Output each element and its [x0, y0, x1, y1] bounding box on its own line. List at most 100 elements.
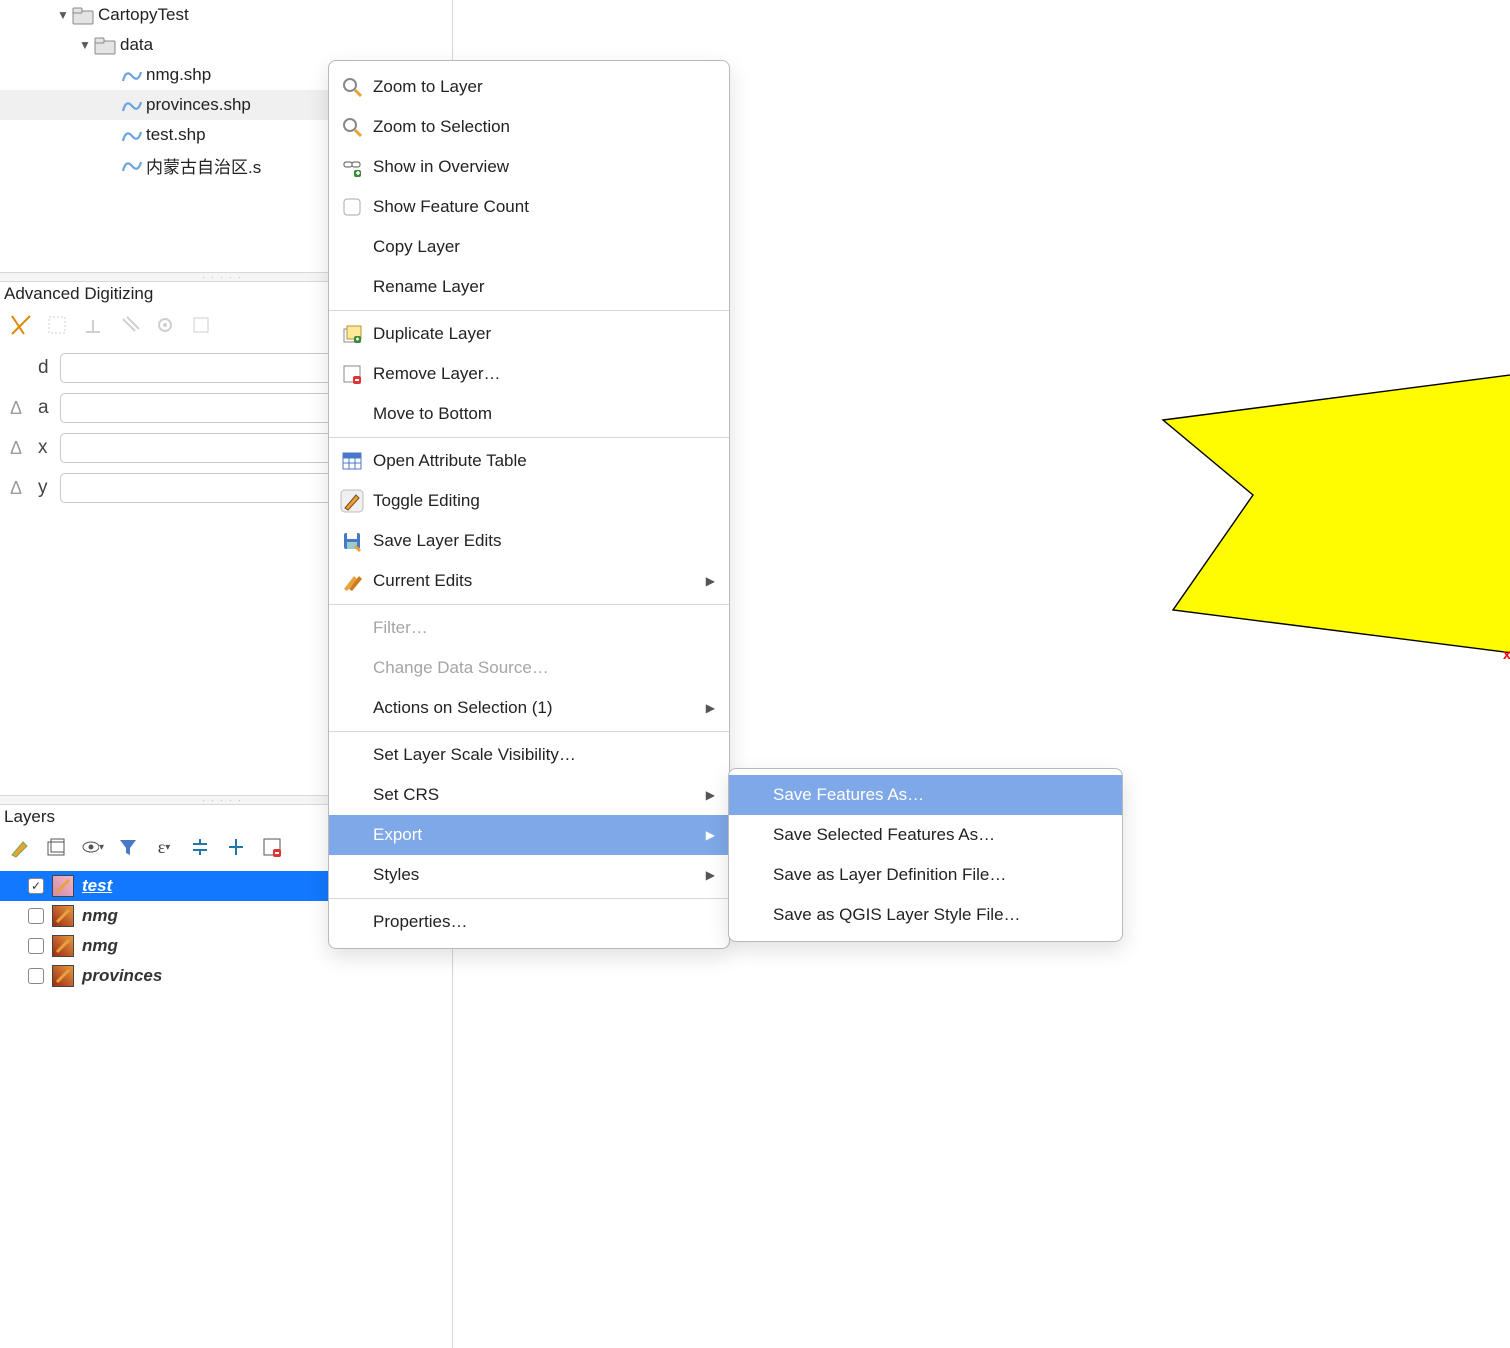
tree-label: provinces.shp: [146, 95, 251, 115]
filter-icon[interactable]: [116, 835, 140, 859]
delta-icon: Δ: [10, 398, 30, 419]
layer-visibility-checkbox[interactable]: [28, 908, 44, 924]
menu-item-label: Save Layer Edits: [373, 531, 715, 551]
vector-layer-icon: [120, 95, 146, 115]
vector-layer-icon: [120, 125, 146, 145]
submenu-arrow-icon: ▶: [706, 701, 715, 715]
remove-icon: [339, 363, 365, 385]
input-label: y: [38, 477, 52, 499]
cad-snap-icon[interactable]: [188, 312, 214, 338]
save-icon: [339, 530, 365, 552]
menu-item-label: Open Attribute Table: [373, 451, 715, 471]
menu-item[interactable]: Styles▶: [329, 855, 729, 895]
pencil-boxed-icon: [339, 489, 365, 513]
expand-icon[interactable]: [224, 835, 248, 859]
layer-symbol-icon: [52, 875, 74, 897]
menu-item[interactable]: Copy Layer: [329, 227, 729, 267]
menu-item[interactable]: Zoom to Layer: [329, 67, 729, 107]
menu-item[interactable]: Set CRS▶: [329, 775, 729, 815]
menu-item-label: Zoom to Selection: [373, 117, 715, 137]
menu-item[interactable]: Save Layer Edits: [329, 521, 729, 561]
tree-folder-row[interactable]: ▼ CartopyTest: [0, 0, 445, 30]
submenu-item[interactable]: Save as QGIS Layer Style File…: [729, 895, 1122, 935]
input-label: d: [38, 357, 52, 379]
submenu-item-label: Save Features As…: [773, 785, 1108, 805]
menu-item-label: Zoom to Layer: [373, 77, 715, 97]
input-label: a: [38, 397, 52, 419]
layer-name: nmg: [82, 906, 118, 926]
menu-item-label: Move to Bottom: [373, 404, 715, 424]
export-submenu[interactable]: Save Features As… Save Selected Features …: [728, 768, 1123, 942]
cad-parallel-icon[interactable]: [116, 312, 142, 338]
menu-item-label: Actions on Selection (1): [373, 698, 698, 718]
menu-item-label: Properties…: [373, 912, 715, 932]
menu-item[interactable]: Open Attribute Table: [329, 441, 729, 481]
menu-item[interactable]: Show in Overview: [329, 147, 729, 187]
vector-layer-icon: [120, 65, 146, 85]
menu-item[interactable]: Move to Bottom: [329, 394, 729, 434]
zoom-icon: [339, 116, 365, 138]
layer-name: provinces: [82, 966, 162, 986]
polygon-feature: [703, 320, 1510, 820]
cad-construction-icon[interactable]: [44, 312, 70, 338]
layer-visibility-checkbox[interactable]: ✓: [28, 878, 44, 894]
expand-arrow-icon[interactable]: ▼: [76, 38, 94, 52]
menu-item-label: Show Feature Count: [373, 197, 715, 217]
submenu-item[interactable]: Save Selected Features As…: [729, 815, 1122, 855]
submenu-arrow-icon: ▶: [706, 788, 715, 802]
layer-symbol-icon: [52, 935, 74, 957]
menu-item[interactable]: Set Layer Scale Visibility…: [329, 735, 729, 775]
layer-visibility-checkbox[interactable]: [28, 968, 44, 984]
layer-name: nmg: [82, 936, 118, 956]
tree-label: test.shp: [146, 125, 206, 145]
style-icon[interactable]: [8, 835, 32, 859]
settings-gear-icon[interactable]: [152, 312, 178, 338]
menu-item[interactable]: Zoom to Selection: [329, 107, 729, 147]
menu-item: Change Data Source…: [329, 648, 729, 688]
submenu-item-label: Save as QGIS Layer Style File…: [773, 905, 1108, 925]
submenu-item[interactable]: Save Features As…: [729, 775, 1122, 815]
submenu-item[interactable]: Save as Layer Definition File…: [729, 855, 1122, 895]
menu-item-label: Set Layer Scale Visibility…: [373, 745, 715, 765]
tree-label: data: [120, 35, 153, 55]
pencils-icon: [339, 570, 365, 592]
menu-item[interactable]: Show Feature Count: [329, 187, 729, 227]
menu-item-label: Rename Layer: [373, 277, 715, 297]
tree-folder-row[interactable]: ▼ data: [0, 30, 445, 60]
add-group-icon[interactable]: [44, 835, 68, 859]
collapse-icon[interactable]: [188, 835, 212, 859]
layer-symbol-icon: [52, 965, 74, 987]
menu-item-label: Copy Layer: [373, 237, 715, 257]
cad-perpendicular-icon[interactable]: [80, 312, 106, 338]
menu-item[interactable]: Toggle Editing: [329, 481, 729, 521]
menu-item[interactable]: Current Edits ▶: [329, 561, 729, 601]
cad-enable-icon[interactable]: [8, 312, 34, 338]
table-icon: [339, 450, 365, 472]
menu-item[interactable]: Actions on Selection (1) ▶: [329, 688, 729, 728]
menu-item-label: Show in Overview: [373, 157, 715, 177]
delta-icon: Δ: [10, 478, 30, 499]
menu-item-label: Current Edits: [373, 571, 698, 591]
folder-icon: [72, 5, 98, 25]
tree-label: nmg.shp: [146, 65, 211, 85]
submenu-arrow-icon: ▶: [706, 574, 715, 588]
layer-row[interactable]: provinces: [0, 961, 445, 991]
menu-item-label: Export: [373, 825, 698, 845]
menu-item[interactable]: Duplicate Layer: [329, 314, 729, 354]
menu-item-label: Filter…: [373, 618, 715, 638]
menu-item[interactable]: Properties…: [329, 902, 729, 942]
layer-visibility-checkbox[interactable]: [28, 938, 44, 954]
layer-context-menu[interactable]: Zoom to Layer Zoom to Selection Show in Ov…: [328, 60, 730, 949]
menu-item-label: Remove Layer…: [373, 364, 715, 384]
menu-item[interactable]: Export ▶: [329, 815, 729, 855]
submenu-arrow-icon: ▶: [706, 828, 715, 842]
menu-item[interactable]: Rename Layer: [329, 267, 729, 307]
menu-item[interactable]: Remove Layer…: [329, 354, 729, 394]
folder-icon: [94, 35, 120, 55]
expand-arrow-icon[interactable]: ▼: [54, 8, 72, 22]
expression-icon[interactable]: ε▾: [152, 835, 176, 859]
input-label: x: [38, 437, 52, 459]
remove-layer-icon[interactable]: [260, 835, 284, 859]
vertex-marker-icon: x: [1503, 646, 1510, 662]
visibility-icon[interactable]: ▾: [80, 835, 104, 859]
